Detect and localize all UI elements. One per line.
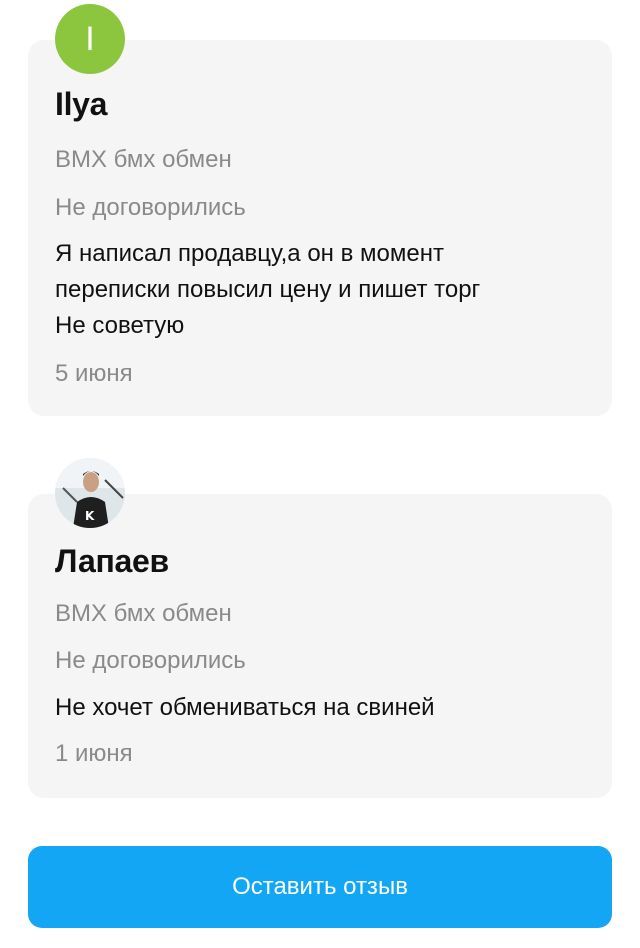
svg-text:K: K bbox=[85, 509, 95, 523]
review-date: 1 июня bbox=[55, 740, 133, 767]
review-text: Я написал продавцу,а он в момент перепис… bbox=[55, 236, 575, 344]
review-deal-status: Не договорились bbox=[55, 647, 246, 674]
reviews-page: I Ilya BMX бмх обмен Не договорились Я н… bbox=[0, 0, 640, 948]
review-date: 5 июня bbox=[55, 360, 133, 387]
review-item-title[interactable]: BMX бмх обмен bbox=[55, 146, 232, 174]
review-text-line: Я написал продавцу,а он в момент bbox=[55, 240, 444, 267]
review-text: Не хочет обмениваться на свиней bbox=[55, 690, 575, 726]
avatar[interactable]: K bbox=[55, 458, 125, 528]
avatar[interactable]: I bbox=[55, 4, 125, 74]
review-text-line: Не хочет обмениваться на свиней bbox=[55, 694, 435, 721]
review-text-line: Не советую bbox=[55, 312, 185, 339]
leave-review-button-label: Оставить отзыв bbox=[232, 873, 408, 900]
review-author[interactable]: Ilya bbox=[55, 86, 107, 123]
review-text-line: переписки повысил цену и пишет торг bbox=[55, 276, 481, 303]
avatar-initial: I bbox=[85, 19, 95, 58]
review-deal-status: Не договорились bbox=[55, 194, 246, 221]
review-author[interactable]: Лапаев bbox=[55, 543, 169, 580]
avatar-photo-image: K bbox=[55, 458, 125, 528]
leave-review-button[interactable]: Оставить отзыв bbox=[28, 846, 612, 928]
review-item-title[interactable]: BMX бмх обмен bbox=[55, 600, 232, 628]
